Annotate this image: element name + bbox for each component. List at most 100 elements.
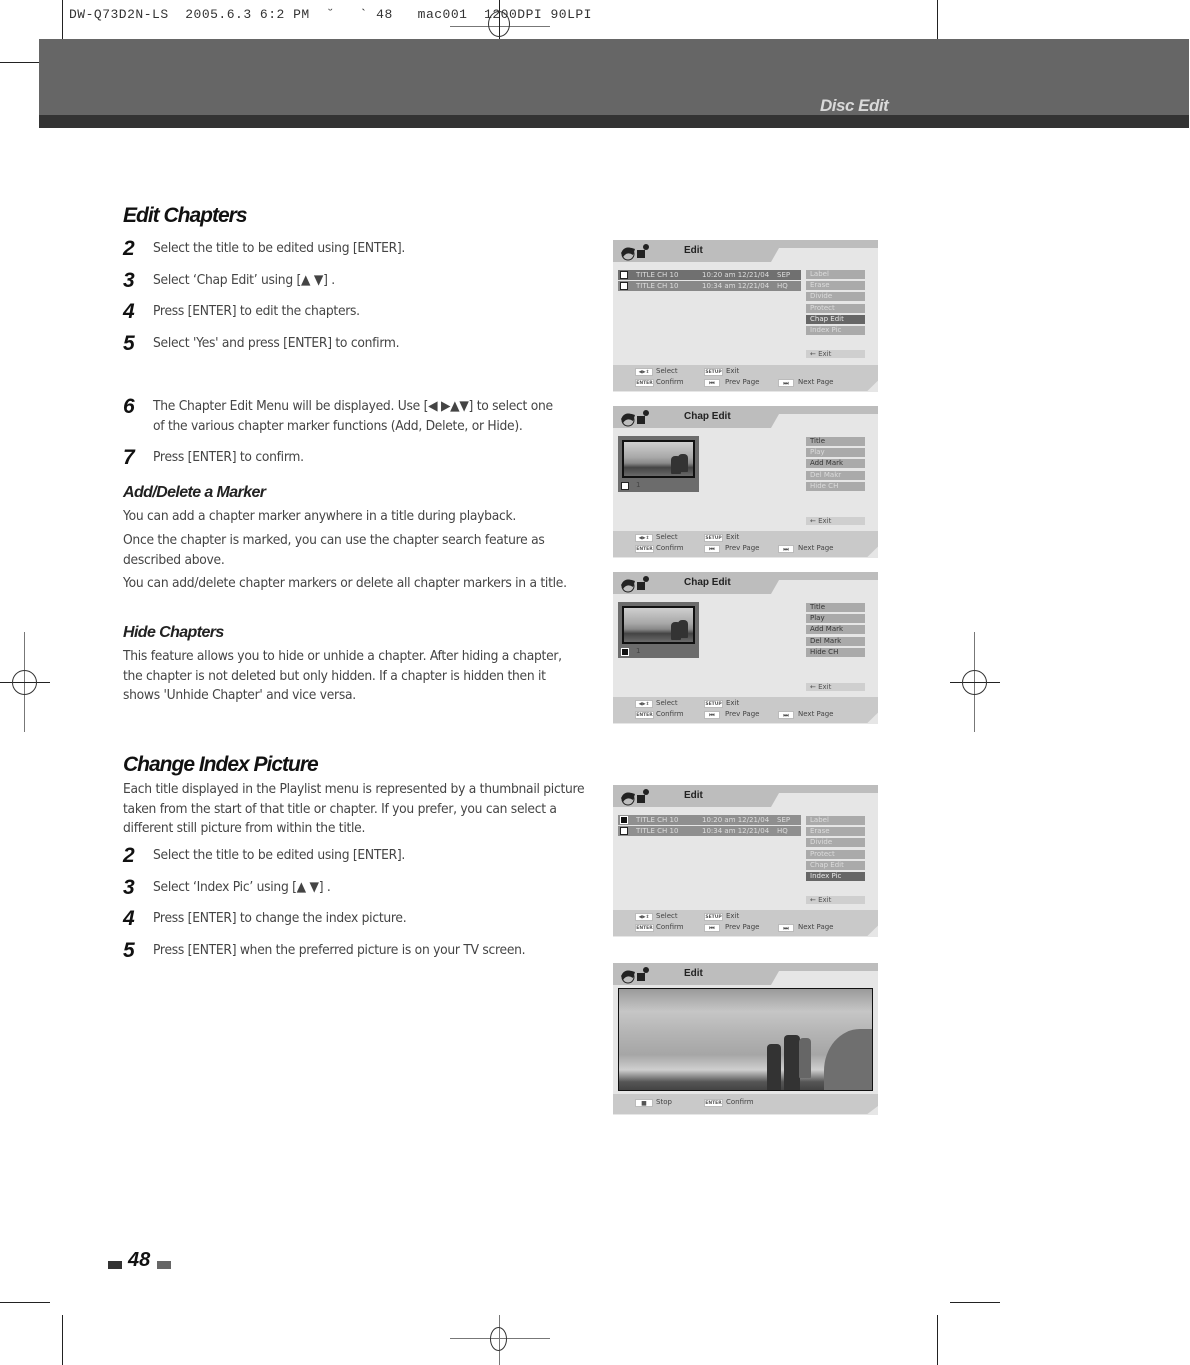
registration-mark (488, 11, 510, 37)
index-picture-screen: Edit ■ Stop ENTER Confirm (613, 963, 878, 1115)
row-name: TITLE CH 10 (636, 271, 679, 279)
step-number: 2 (123, 237, 135, 260)
exit-button[interactable]: ← Exit (806, 350, 865, 358)
row-quality: SEP (777, 271, 791, 279)
menu-item-play[interactable]: Play (806, 448, 865, 458)
footer-confirm: Confirm (656, 923, 684, 931)
step-text: The Chapter Edit Menu will be displayed.… (153, 399, 553, 434)
chap-edit-menu: Title Play Add Mark Del Mark Hide CH (806, 603, 865, 659)
page-number-marker (157, 1261, 171, 1269)
edit-menu-screen-index: Edit TITLE CH 10 10:20 am 12/21/04 SEP T… (613, 785, 878, 937)
menu-item-chap-edit[interactable]: Chap Edit (806, 314, 865, 324)
menu-item-divide[interactable]: Divide (806, 292, 865, 302)
menu-item-add-mark[interactable]: Add Mark (806, 459, 865, 469)
step-number: 5 (123, 332, 135, 355)
checkbox-checked[interactable] (621, 648, 629, 656)
next-page-icon: ⏭ (778, 924, 794, 932)
step: 5 Press [ENTER] when the preferred pictu… (123, 939, 603, 962)
paragraph: You can add a chapter marker anywhere in… (123, 509, 516, 524)
step-number: 2 (123, 844, 135, 867)
row-time: 10:20 am 12/21/04 (702, 271, 770, 279)
menu-item-del-mark[interactable]: Del Mark (806, 636, 865, 646)
step-text: Press [ENTER] when the preferred picture… (153, 943, 526, 958)
step-number: 6 (123, 395, 135, 418)
menu-item-del-mark[interactable]: Del Makr (806, 470, 865, 480)
prev-page-icon: ⏮ (704, 711, 720, 719)
checkbox[interactable] (620, 827, 628, 835)
menu-item-protect[interactable]: Protect (806, 849, 865, 859)
menu-item-label[interactable]: Label (806, 270, 865, 279)
title-row[interactable]: TITLE CH 10 10:20 am 12/21/04 SEP (618, 270, 801, 280)
setup-key-icon: SETUP (704, 534, 723, 542)
screen-footer: ◀▶⇕ Select SETUP Exit ENTER Confirm ⏮ Pr… (613, 365, 878, 391)
row-quality: SEP (777, 816, 791, 824)
step: 7 Press [ENTER] to confirm. (123, 447, 603, 468)
title-row[interactable]: TITLE CH 10 10:20 am 12/21/04 SEP (618, 815, 801, 825)
step-text: Select the title to be edited using [ENT… (153, 241, 406, 256)
exit-button[interactable]: ← Exit (806, 896, 865, 904)
step: 3 Select ‘Chap Edit’ using [▲ ▼] . (123, 270, 603, 291)
prev-page-icon: ⏮ (704, 924, 720, 932)
step-number: 4 (123, 907, 135, 930)
checkbox-checked[interactable] (620, 816, 628, 824)
menu-item-title[interactable]: Title (806, 603, 865, 612)
menu-item-erase[interactable]: Erase (806, 827, 865, 837)
enter-key-icon: ENTER (635, 545, 654, 553)
next-page-icon: ⏭ (778, 545, 794, 553)
exit-button[interactable]: ← Exit (806, 683, 865, 691)
registration-mark (12, 670, 37, 695)
step: 4 Press [ENTER] to change the index pict… (123, 907, 603, 930)
menu-item-chap-edit[interactable]: Chap Edit (806, 860, 865, 870)
paragraph: Each title displayed in the Playlist men… (123, 782, 585, 836)
screen-title: Edit (684, 245, 703, 256)
step: 2 Select the title to be edited using [E… (123, 844, 603, 867)
checkbox[interactable] (620, 271, 628, 279)
title-row[interactable]: TITLE CH 10 10:34 am 12/21/04 HQ (618, 281, 801, 291)
menu-item-erase[interactable]: Erase (806, 281, 865, 291)
footer-exit: Exit (726, 367, 740, 375)
footer-exit: Exit (726, 533, 740, 541)
menu-item-index-pic[interactable]: Index Pic (806, 871, 865, 881)
edit-menu: Label Erase Divide Protect Chap Edit Ind… (806, 270, 865, 337)
chapter-number: 1 (636, 647, 641, 655)
row-quality: HQ (777, 827, 788, 835)
screen-footer: ◀▶⇕ Select SETUP Exit ENTER Confirm ⏮ Pr… (613, 531, 878, 557)
chapter-thumbnail[interactable]: 1 (618, 436, 699, 492)
footer-stop: Stop (656, 1098, 672, 1106)
step-text: Press [ENTER] to change the index pictur… (153, 911, 407, 926)
row-time: 10:20 am 12/21/04 (702, 816, 770, 824)
menu-item-hide-ch[interactable]: Hide CH (806, 647, 865, 657)
row-name: TITLE CH 10 (636, 282, 679, 290)
crop-mark (937, 1315, 938, 1365)
section-title: Disc Edit (820, 96, 889, 115)
footer-select: Select (656, 699, 678, 707)
title-row[interactable]: TITLE CH 10 10:34 am 12/21/04 HQ (618, 826, 801, 836)
chap-edit-screen: Chap Edit 1 Title Play Add Mark Del Makr… (613, 406, 878, 558)
checkbox[interactable] (621, 482, 629, 490)
crop-mark (0, 1302, 50, 1303)
change-index-heading: Change Index Picture (123, 753, 319, 776)
menu-item-title[interactable]: Title (806, 437, 865, 446)
menu-item-play[interactable]: Play (806, 614, 865, 624)
checkbox[interactable] (620, 282, 628, 290)
footer-next-page: Next Page (798, 544, 834, 552)
menu-item-label[interactable]: Label (806, 816, 865, 825)
step-number: 5 (123, 939, 135, 962)
header-band (39, 39, 1189, 115)
hide-chapters-heading: Hide Chapters (123, 624, 224, 641)
edit-menu-screen: Edit TITLE CH 10 10:20 am 12/21/04 SEP T… (613, 240, 878, 392)
menu-item-divide[interactable]: Divide (806, 838, 865, 848)
page-number-marker (108, 1261, 122, 1269)
chapter-thumbnail[interactable]: 1 (618, 602, 699, 658)
menu-item-protect[interactable]: Protect (806, 303, 865, 313)
screen-footer: ◀▶⇕ Select SETUP Exit ENTER Confirm ⏮ Pr… (613, 910, 878, 936)
disc-edit-logo-icon (621, 967, 649, 984)
menu-item-add-mark[interactable]: Add Mark (806, 625, 865, 635)
menu-item-index-pic[interactable]: Index Pic (806, 325, 865, 335)
menu-item-hide-ch[interactable]: Hide CH (806, 481, 865, 491)
step-text: Press [ENTER] to edit the chapters. (153, 304, 360, 319)
exit-button[interactable]: ← Exit (806, 517, 865, 525)
disc-edit-logo-icon (621, 410, 649, 427)
step-text: Select the title to be edited using [ENT… (153, 848, 406, 863)
step: 5 Select 'Yes' and press [ENTER] to conf… (123, 332, 603, 355)
